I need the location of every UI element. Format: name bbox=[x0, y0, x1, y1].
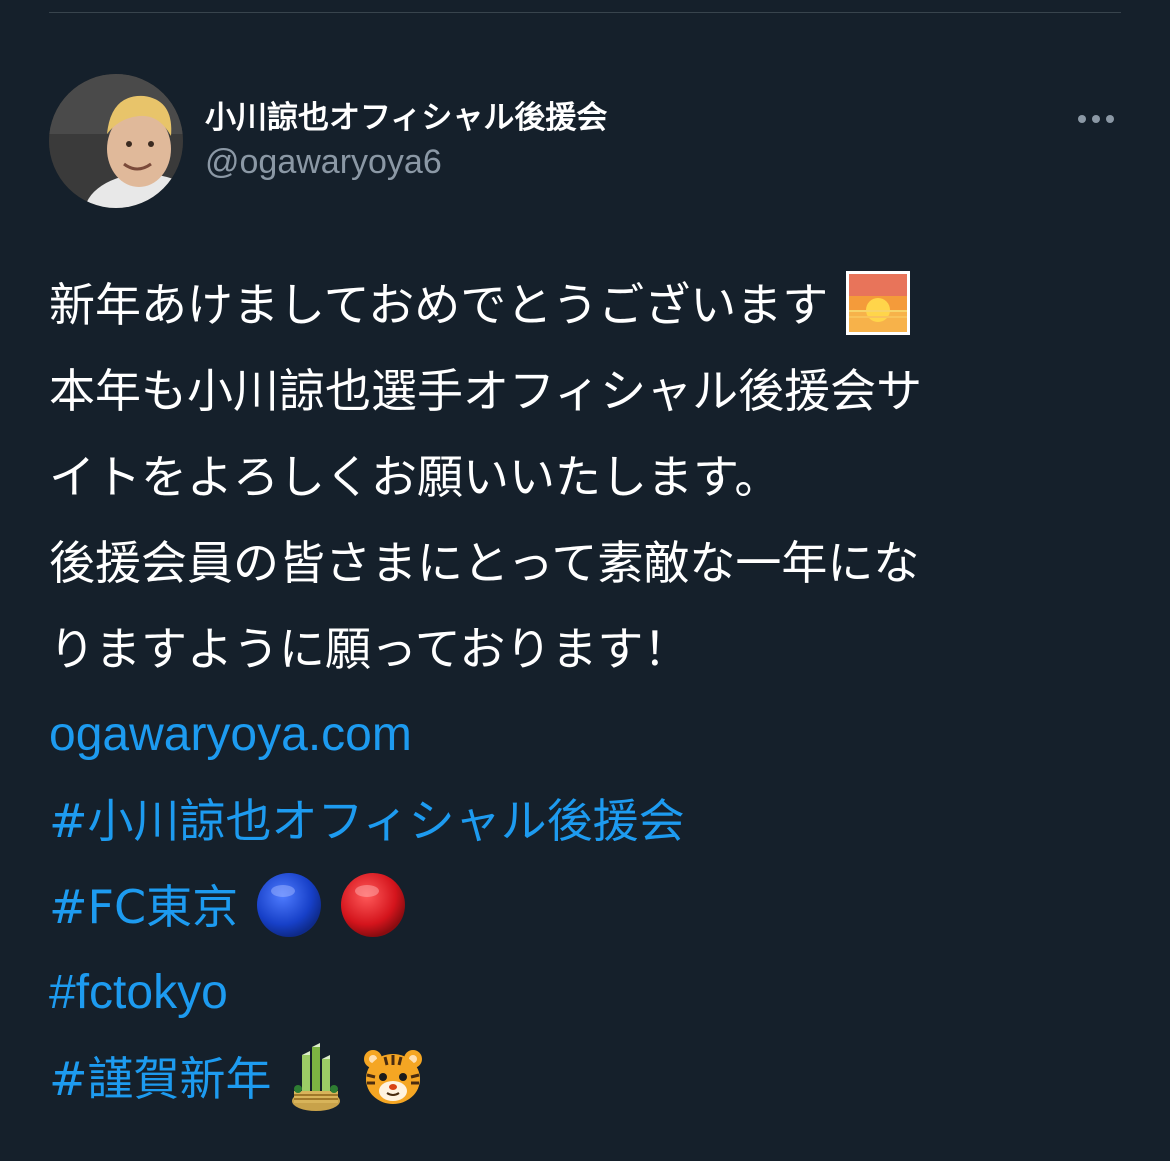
avatar[interactable] bbox=[49, 74, 183, 208]
website-link[interactable]: ogawaryoya.com bbox=[49, 708, 412, 761]
tweet-line: 新年あけましておめでとうございます bbox=[49, 262, 1139, 348]
tweet-url-line: ogawaryoya.com bbox=[49, 692, 1139, 778]
tweet-line-text: 本年も小川諒也選手オフィシャル後援会サ bbox=[49, 364, 923, 418]
tweet-line-text: りますように願っております！ bbox=[49, 622, 690, 676]
tweet-header: 小川諒也オフィシャル後援会 @ogawaryoya6 bbox=[49, 74, 1121, 210]
top-divider bbox=[49, 12, 1121, 13]
tweet-line-text: 新年あけましておめでとうございます bbox=[49, 278, 829, 332]
user-handle[interactable]: @ogawaryoya6 bbox=[205, 140, 607, 184]
tweet-line: イトをよろしくお願いいたします。 bbox=[49, 434, 1139, 520]
hashtag-line: #謹賀新年 bbox=[49, 1036, 1139, 1122]
hashtag-link[interactable]: #fctokyo bbox=[49, 966, 228, 1019]
hashtag-link[interactable]: #謹賀新年 bbox=[49, 1052, 272, 1106]
tweet-line-text: 後援会員の皆さまにとって素敵な一年にな bbox=[49, 536, 920, 590]
hashtag-link[interactable]: #FC東京 bbox=[49, 880, 238, 934]
blue-circle-emoji bbox=[255, 871, 323, 939]
tweet-line: りますように願っております！ bbox=[49, 606, 1139, 692]
tweet-text: 新年あけましておめでとうございます 本年も小川諒也選手オフィシャル後援会サ イト… bbox=[49, 262, 1139, 1122]
more-options-button[interactable] bbox=[1071, 104, 1121, 134]
tweet-line: 後援会員の皆さまにとって素敵な一年にな bbox=[49, 520, 1139, 606]
hashtag-line: #fctokyo bbox=[49, 950, 1139, 1036]
hashtag-line: #小川諒也オフィシャル後援会 bbox=[49, 778, 1139, 864]
more-options-icon bbox=[1078, 115, 1114, 123]
display-name[interactable]: 小川諒也オフィシャル後援会 bbox=[205, 98, 607, 138]
avatar-image bbox=[49, 74, 183, 208]
red-circle-emoji bbox=[339, 871, 407, 939]
kadomatsu-emoji bbox=[288, 1041, 344, 1113]
tweet-line-text: イトをよろしくお願いいたします。 bbox=[49, 450, 781, 504]
author-names: 小川諒也オフィシャル後援会 @ogawaryoya6 bbox=[205, 98, 607, 184]
sunrise-emoji bbox=[845, 270, 911, 336]
hashtag-line: #FC東京 bbox=[49, 864, 1139, 950]
tiger-face-emoji bbox=[361, 1045, 425, 1109]
tweet-line: 本年も小川諒也選手オフィシャル後援会サ bbox=[49, 348, 1139, 434]
hashtag-link[interactable]: #小川諒也オフィシャル後援会 bbox=[49, 794, 685, 848]
